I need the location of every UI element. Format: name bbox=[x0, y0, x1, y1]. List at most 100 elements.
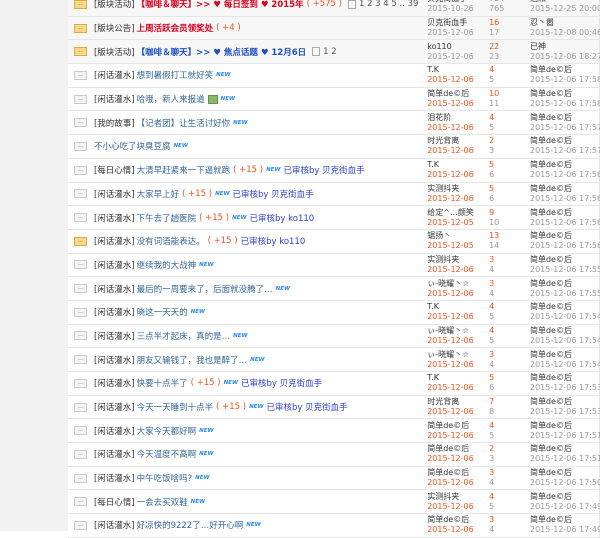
last-post-date-link[interactable]: 2015-12-06 17:58 bbox=[530, 99, 600, 109]
author-link[interactable]: 泪花阶 bbox=[427, 113, 489, 123]
thread-title-link[interactable]: 好凉快的9222了…好开心啊 bbox=[137, 519, 244, 531]
thread-title-link[interactable]: 上周活跃会员领奖处 bbox=[137, 22, 214, 34]
thread-category-link[interactable]: [闲话灌水] bbox=[94, 212, 135, 224]
thread-category-link[interactable]: [闲话灌水] bbox=[94, 330, 135, 342]
thread-title-link[interactable]: 最后的一周要来了，后面就没腾了… bbox=[137, 283, 273, 295]
thread-category-link[interactable]: [闲话灌水] bbox=[94, 448, 135, 460]
thread-category-link[interactable]: [每日心情] bbox=[94, 496, 135, 508]
last-post-date-link[interactable]: 2015-12-06 17:55 bbox=[530, 265, 600, 275]
thread-category-link[interactable]: [闲话灌水] bbox=[94, 306, 135, 318]
last-poster-link[interactable]: 简单de©后 bbox=[530, 89, 599, 99]
thread-title-link[interactable]: 哈哦，新人来报道 bbox=[137, 93, 205, 105]
author-link[interactable]: 贝克街血手 bbox=[427, 18, 489, 28]
thread-category-link[interactable]: [闲话灌水] bbox=[94, 401, 135, 413]
thread-title-link[interactable]: 没有词语能表达。 bbox=[137, 235, 205, 247]
thread-category-link[interactable]: [闲话灌水] bbox=[94, 283, 135, 295]
last-post-date-link[interactable]: 2015-12-06 17:49 bbox=[530, 502, 600, 512]
thread-title-link[interactable]: 大家今天都好啊 bbox=[137, 425, 197, 437]
thread-category-link[interactable]: [版块公告] bbox=[94, 22, 135, 34]
last-post-date-link[interactable]: 2015-12-06 17:56 bbox=[530, 241, 600, 251]
last-post-date-link[interactable]: 2015-12-06 17:49 bbox=[530, 525, 600, 535]
thread-category-link[interactable]: [闲话灌水] bbox=[94, 472, 135, 484]
author-link[interactable]: 给定^…颜笑 bbox=[427, 208, 489, 218]
last-poster-link[interactable]: 简单de©后 bbox=[530, 255, 599, 265]
last-poster-link[interactable]: 简单de©后 bbox=[530, 208, 599, 218]
thread-title-link[interactable]: 下午去了趟医院 bbox=[137, 212, 197, 224]
author-link[interactable]: 实测抖夹 bbox=[427, 492, 489, 502]
thread-title-link[interactable]: 三点半才起床，真的是… bbox=[137, 330, 231, 342]
author-link[interactable]: 简单de©后 bbox=[427, 444, 489, 454]
last-poster-link[interactable]: 简单de©后 bbox=[530, 231, 599, 241]
last-poster-link[interactable]: 简单de©后 bbox=[530, 515, 599, 525]
last-post-date-link[interactable]: 2015-12-06 17:57 bbox=[530, 146, 600, 156]
author-link[interactable]: 实测抖夹 bbox=[427, 184, 489, 194]
thread-title-link[interactable]: 【咖啡＆聊天】>> ♥ 每日签到 ♥ 2015年 bbox=[137, 0, 304, 10]
author-link[interactable]: 简单de©后 bbox=[427, 468, 489, 478]
last-post-date-link[interactable]: 2015-12-06 17:54 bbox=[530, 312, 600, 322]
last-poster-link[interactable]: 简单de©后 bbox=[530, 302, 599, 312]
last-post-date-link[interactable]: 2015-12-06 17:54 bbox=[530, 360, 600, 370]
last-poster-link[interactable]: 简单de©后 bbox=[530, 326, 599, 336]
last-poster-link[interactable]: 简单de©后 bbox=[530, 492, 599, 502]
thread-title-link[interactable]: 大家早上好 bbox=[137, 188, 180, 200]
thread-category-link[interactable]: [每日心情] bbox=[94, 164, 135, 176]
last-post-date-link[interactable]: 2015-12-06 17:51 bbox=[530, 431, 600, 441]
thread-category-link[interactable]: [闲话灌水] bbox=[94, 235, 135, 247]
author-link[interactable]: ko110 bbox=[427, 42, 489, 52]
last-poster-link[interactable]: 简单de©后 bbox=[530, 444, 599, 454]
last-poster-link[interactable]: 简单de©后 bbox=[530, 468, 599, 478]
last-poster-link[interactable]: 忍丶嚣 bbox=[530, 18, 599, 28]
thread-title-link[interactable]: 中午吃饭啥吗? bbox=[137, 472, 193, 484]
last-poster-link[interactable]: 简单de©后 bbox=[530, 65, 599, 75]
last-poster-link[interactable]: 简单de©后 bbox=[530, 373, 599, 383]
last-poster-link[interactable]: 简单de©后 bbox=[530, 160, 599, 170]
author-link[interactable]: 锯扬丶 bbox=[427, 231, 489, 241]
last-post-date-link[interactable]: 2015-12-08 00:46 bbox=[530, 28, 600, 38]
thread-title-link[interactable]: 今天一天睡到十点半 bbox=[137, 401, 214, 413]
author-link[interactable]: 简单de©后 bbox=[427, 89, 489, 99]
thread-category-link[interactable]: [版块活动] bbox=[94, 0, 135, 10]
thread-category-link[interactable]: [我的故事] bbox=[94, 117, 135, 129]
thread-category-link[interactable]: [闲话灌水] bbox=[94, 93, 135, 105]
last-post-date-link[interactable]: 2015-12-06 17:50 bbox=[530, 478, 600, 488]
thread-category-link[interactable]: [闲话灌水] bbox=[94, 425, 135, 437]
thread-title-link[interactable]: 【咖啡＆聊天】>> ♥ 焦点话题 ♥ 12月6日 bbox=[137, 46, 307, 58]
author-link[interactable]: T.K bbox=[427, 302, 489, 312]
author-link[interactable]: ぃ-晓耀丶☆ bbox=[427, 326, 489, 336]
thread-category-link[interactable]: [闲话灌水] bbox=[94, 519, 135, 531]
thread-title-link[interactable]: 快要十点半了 bbox=[137, 377, 188, 389]
author-link[interactable]: 时光背离 bbox=[427, 397, 489, 407]
thread-title-link[interactable]: 朋友又输钱了，我也是醉了… bbox=[137, 354, 248, 366]
thread-category-link[interactable]: [版块活动] bbox=[94, 46, 135, 58]
author-link[interactable]: ぃ-晓耀丶☆ bbox=[427, 279, 489, 289]
page-links[interactable]: 1 2 bbox=[323, 47, 337, 57]
last-poster-link[interactable]: 简单de©后 bbox=[530, 184, 599, 194]
last-post-date-link[interactable]: 2015-12-06 17:56 bbox=[530, 170, 600, 180]
thread-title-link[interactable]: 想到暑假打工就好笑 bbox=[137, 69, 214, 81]
author-link[interactable]: 时光背离 bbox=[427, 136, 489, 146]
last-post-date-link[interactable]: 2015-12-06 18:27 bbox=[530, 52, 600, 62]
last-post-date-link[interactable]: 2015-12-25 20:00 bbox=[530, 4, 600, 14]
thread-title-link[interactable]: 继续我的大战神 bbox=[137, 259, 197, 271]
thread-category-link[interactable]: [闲话灌水] bbox=[94, 354, 135, 366]
last-poster-link[interactable]: 已神 bbox=[530, 42, 599, 52]
thread-title-link[interactable]: 晓这一天天的 bbox=[137, 306, 188, 318]
last-post-date-link[interactable]: 2015-12-06 17:53 bbox=[530, 407, 600, 417]
last-post-date-link[interactable]: 2015-12-06 17:55 bbox=[530, 289, 600, 299]
thread-title-link[interactable]: 不小心吃了块臭豆腐 bbox=[94, 140, 171, 152]
last-post-date-link[interactable]: 2015-12-06 17:56 bbox=[530, 218, 600, 228]
last-poster-link[interactable]: 简单de©后 bbox=[530, 136, 599, 146]
page-links[interactable]: 1 2 3 4 5 .. 39 bbox=[359, 0, 418, 9]
last-post-date-link[interactable]: 2015-12-06 17:56 bbox=[530, 194, 600, 204]
last-post-date-link[interactable]: 2015-12-06 17:53 bbox=[530, 383, 600, 393]
thread-category-link[interactable]: [闲话灌水] bbox=[94, 259, 135, 271]
thread-title-link[interactable]: 今天温度不高啊 bbox=[137, 448, 197, 460]
last-post-date-link[interactable]: 2015-12-06 17:51 bbox=[530, 454, 600, 464]
last-poster-link[interactable]: 简单de©后 bbox=[530, 421, 599, 431]
last-poster-link[interactable]: 简单de©后 bbox=[530, 350, 599, 360]
thread-category-link[interactable]: [闲话灌水] bbox=[94, 188, 135, 200]
author-link[interactable]: 简单de©后 bbox=[427, 421, 489, 431]
author-link[interactable]: 实测抖夹 bbox=[427, 255, 489, 265]
thread-title-link[interactable]: 大清早赶紧来一下逼就跑 bbox=[137, 164, 231, 176]
author-link[interactable]: T.K bbox=[427, 373, 489, 383]
